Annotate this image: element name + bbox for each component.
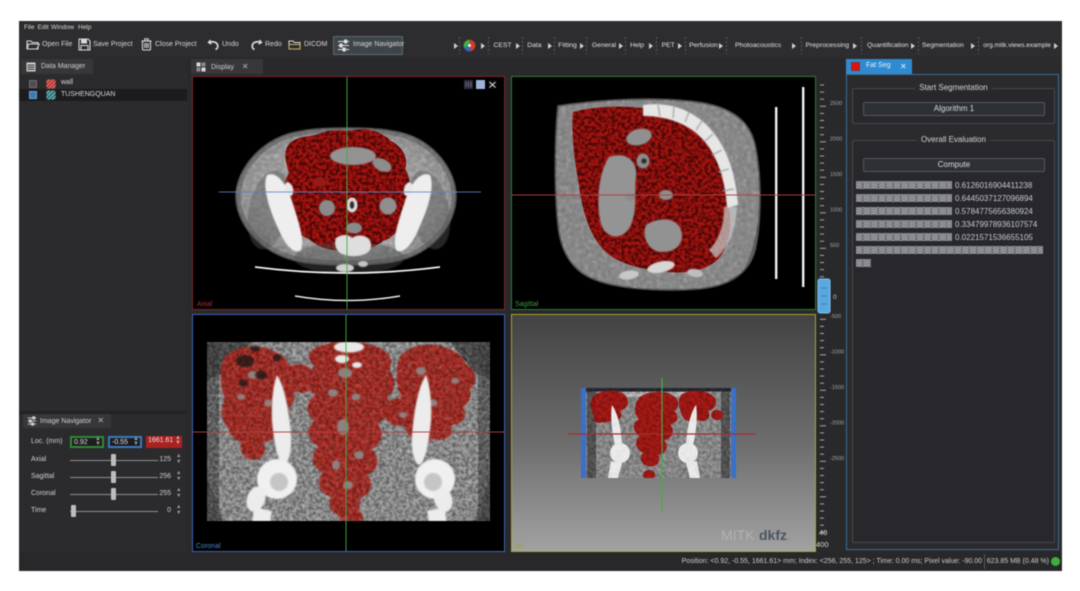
svg-text:-2500: -2500 (830, 456, 844, 462)
svg-text:1500: 1500 (830, 172, 842, 178)
svg-text:Coronal: Coronal (196, 543, 221, 550)
svg-text:Sagittal: Sagittal (515, 301, 539, 308)
svg-text:dkfz.: dkfz. (759, 527, 791, 543)
svg-text:3D: 3D (515, 543, 524, 550)
svg-text:Axial: Axial (197, 301, 213, 308)
svg-text:2500: 2500 (830, 101, 842, 107)
svg-text:1000: 1000 (830, 208, 842, 214)
svg-text:-1000: -1000 (830, 350, 844, 356)
svg-text:400: 400 (816, 540, 829, 549)
svg-text:-500: -500 (830, 314, 841, 320)
svg-text:-2000: -2000 (830, 421, 844, 427)
svg-text:0: 0 (833, 294, 837, 301)
svg-text:40: 40 (819, 528, 827, 537)
svg-text:2000: 2000 (830, 137, 842, 143)
svg-text:-1500: -1500 (830, 385, 844, 391)
svg-text:MITK: MITK (721, 527, 755, 543)
svg-text:500: 500 (830, 243, 839, 249)
